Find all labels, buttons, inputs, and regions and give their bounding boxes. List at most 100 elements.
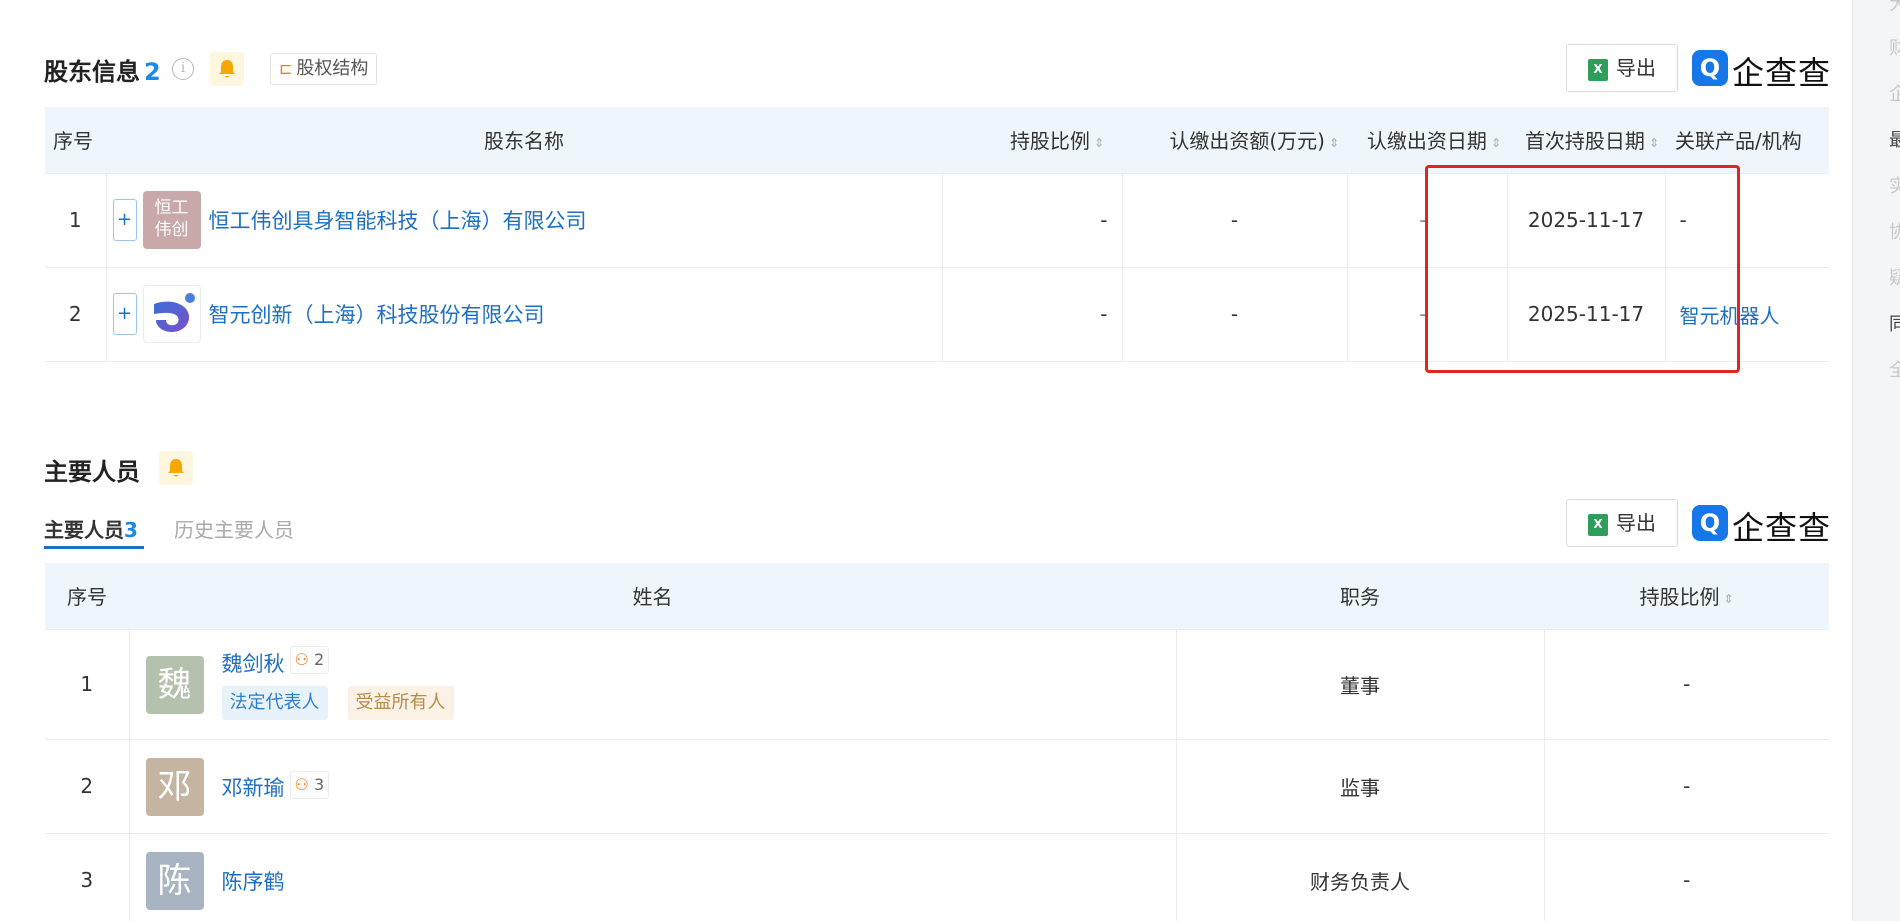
side-nav-item[interactable]: 全 [1889, 356, 1900, 382]
sort-icon[interactable]: ⇕ [1491, 136, 1501, 150]
right-side-nav: 大 财 企 最 实 协 疑 同 全 [1852, 0, 1900, 921]
side-nav-item[interactable]: 实 [1889, 172, 1900, 198]
person-name-link[interactable]: 邓新瑜 [222, 772, 285, 802]
qcc-brand-logo: Q 企查查 [1692, 503, 1832, 547]
role-cell: 董事 [1176, 629, 1545, 740]
person-name-cell: 邓 邓新瑜 ⚇ 3 [129, 739, 1177, 834]
col-header-ratio-label: 持股比例 [1639, 585, 1720, 610]
person-name-link[interactable]: 陈序鹤 [222, 866, 285, 896]
col-header-subscribe-date[interactable]: 认缴出资日期 ⇕ [1347, 107, 1507, 174]
relation-count: 2 [313, 649, 325, 669]
side-nav-item[interactable]: 协 [1889, 218, 1900, 244]
ratio-cell: - [942, 173, 1123, 268]
shareholder-name-cell: +恒工 伟创 恒工伟创具身智能科技（上海）有限公司 [106, 173, 943, 268]
table-row: 2 邓 邓新瑜 ⚇ 3 监事 - [45, 739, 1829, 834]
section-title-text: 股东信息 [44, 58, 140, 86]
col-header-amount-label: 认缴出资额(万元) [1169, 129, 1325, 154]
side-nav-item[interactable]: 疑 [1889, 264, 1900, 290]
qcc-logo-icon: Q [1692, 505, 1728, 541]
side-nav-item[interactable]: 企 [1889, 80, 1900, 106]
company-logo [142, 285, 201, 343]
sort-icon[interactable]: ⇕ [1649, 136, 1659, 150]
col-header-no: 序号 [45, 563, 129, 630]
tab-key-personnel-label: 主要人员 [44, 518, 124, 542]
relation-graph-icon: ⚇ [294, 774, 309, 794]
bell-icon-svg [219, 60, 235, 78]
equity-structure-label: 股权结构 [296, 58, 369, 79]
excel-icon: X [1588, 58, 1608, 81]
personnel-section-title: 主要人员 [44, 452, 140, 487]
col-header-subscribe-date-label: 认缴出资日期 [1366, 129, 1487, 154]
avatar: 陈 [145, 851, 204, 910]
side-nav-item[interactable]: 同 [1889, 310, 1900, 336]
agibot-logo-icon [153, 293, 195, 332]
relation-graph-icon: ⚇ [294, 649, 309, 669]
tab-key-personnel[interactable]: 主要人员3 [44, 514, 138, 543]
ratio-cell: - [1544, 629, 1829, 740]
excel-icon: X [1588, 513, 1608, 536]
sort-icon[interactable]: ⇕ [1094, 136, 1104, 150]
shareholder-export-button[interactable]: X 导出 [1566, 44, 1678, 92]
expand-plus-button[interactable]: + [112, 293, 137, 335]
structure-icon: ⊏ [279, 59, 293, 78]
table-row: 1 魏 魏剑秋 ⚇ 2 法定代表人 受益所有人 董事 - [45, 629, 1829, 740]
person-name-link[interactable]: 魏剑秋 [222, 648, 285, 678]
related-cell: 智元机器人 [1665, 267, 1829, 362]
brand-text: 企查查 [1732, 54, 1832, 92]
col-header-no: 序号 [45, 107, 106, 174]
personnel-table: 序号 姓名 职务 持股比例 ⇕ 1 魏 魏剑秋 ⚇ 2 法定代表人 受益所有人 董… [45, 563, 1829, 921]
col-header-name: 股东名称 [106, 107, 942, 174]
related-cell: - [1665, 173, 1829, 268]
table-row: 2 + 智元创新（上海）科技股份有限公司 - - - 2025-11-17 智元… [45, 267, 1829, 362]
col-header-related: 关联产品/机构 [1665, 107, 1829, 174]
subscribe-date-cell: - [1347, 267, 1508, 362]
amount-cell: - [1122, 173, 1348, 268]
brand-text: 企查查 [1732, 509, 1832, 547]
side-nav-item[interactable]: 最 [1889, 126, 1900, 152]
col-header-amount[interactable]: 认缴出资额(万元) ⇕ [1122, 107, 1347, 174]
sort-icon[interactable]: ⇕ [1329, 136, 1339, 150]
bell-icon[interactable] [159, 451, 193, 485]
related-product-link[interactable]: 智元机器人 [1680, 304, 1780, 328]
side-nav-item[interactable]: 财 [1889, 34, 1900, 60]
avatar: 魏 [145, 655, 204, 714]
first-date-cell: 2025-11-17 [1507, 173, 1666, 268]
tab-key-personnel-count: 3 [124, 518, 138, 542]
relation-count: 3 [313, 774, 325, 794]
row-no: 1 [45, 629, 130, 740]
row-no: 1 [45, 173, 107, 268]
relation-graph-badge[interactable]: ⚇ 2 [289, 645, 330, 674]
sort-icon[interactable]: ⇕ [1723, 592, 1733, 606]
person-name-cell: 魏 魏剑秋 ⚇ 2 法定代表人 受益所有人 [129, 629, 1177, 740]
company-logo: 恒工 伟创 [142, 191, 201, 249]
bell-icon[interactable] [210, 52, 244, 86]
first-date-cell: 2025-11-17 [1507, 267, 1666, 362]
shareholder-count: 2 [144, 58, 161, 86]
person-name-cell: 陈 陈序鹤 [129, 833, 1177, 921]
shareholder-section-title: 股东信息 2 [44, 52, 161, 87]
row-no: 2 [45, 267, 107, 362]
export-label: 导出 [1616, 56, 1656, 80]
relation-graph-badge[interactable]: ⚇ 3 [289, 770, 330, 799]
qcc-brand-logo: Q 企查查 [1692, 48, 1832, 92]
table-row: 3 陈 陈序鹤 财务负责人 - [45, 833, 1829, 921]
tab-history-personnel[interactable]: 历史主要人员 [174, 514, 294, 543]
expand-plus-button[interactable]: + [112, 199, 137, 241]
shareholder-name-link[interactable]: 恒工伟创具身智能科技（上海）有限公司 [209, 209, 587, 233]
ratio-cell: - [942, 267, 1123, 362]
col-header-role: 职务 [1176, 563, 1544, 630]
col-header-name: 姓名 [129, 563, 1176, 630]
ratio-cell: - [1544, 833, 1829, 921]
info-icon[interactable]: i [172, 58, 194, 80]
role-cell: 财务负责人 [1176, 833, 1545, 921]
shareholder-name-link[interactable]: 智元创新（上海）科技股份有限公司 [209, 303, 545, 327]
personnel-export-button[interactable]: X 导出 [1566, 499, 1678, 547]
table-row: 1 +恒工 伟创 恒工伟创具身智能科技（上海）有限公司 - - - 2025-11-… [45, 173, 1829, 268]
col-header-first-date[interactable]: 首次持股日期 ⇕ [1507, 107, 1665, 174]
equity-structure-button[interactable]: ⊏ 股权结构 [270, 53, 378, 85]
col-header-ratio[interactable]: 持股比例 ⇕ [942, 107, 1122, 174]
qcc-logo-icon: Q [1692, 50, 1728, 86]
amount-cell: - [1122, 267, 1348, 362]
col-header-ratio[interactable]: 持股比例 ⇕ [1544, 563, 1829, 630]
side-nav-item[interactable]: 大 [1889, 0, 1900, 16]
